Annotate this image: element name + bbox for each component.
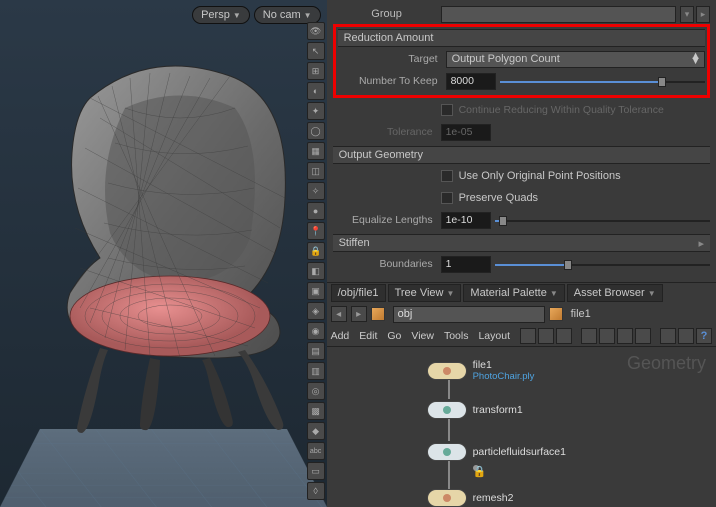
number-to-keep-input[interactable] bbox=[446, 73, 496, 90]
netbar-icon-2[interactable] bbox=[538, 328, 554, 344]
chair-mesh bbox=[30, 58, 320, 438]
netbar-icon-5[interactable] bbox=[599, 328, 615, 344]
target-value: Output Polygon Count bbox=[452, 53, 560, 65]
camera-menu[interactable]: Persp▼ bbox=[192, 6, 250, 24]
group-label: Group bbox=[333, 8, 441, 20]
context-watermark: Geometry bbox=[627, 353, 706, 374]
node-lock-icon: 🔒 bbox=[473, 465, 479, 471]
menu-layout[interactable]: Layout bbox=[478, 330, 510, 342]
path-seg-obj[interactable] bbox=[393, 306, 545, 323]
vp-tool-d-icon[interactable]: ▤ bbox=[307, 342, 325, 360]
number-to-keep-label: Number To Keep bbox=[338, 75, 446, 87]
viewport-3d[interactable]: Persp▼ No cam▼ 👁 ↖ ⊞ ◐ ✦ ◯ ▦ ◫ ✧ ● 📍 🔒 ◧… bbox=[0, 0, 327, 507]
vp-tool-mask-icon[interactable]: ◧ bbox=[307, 262, 325, 280]
output-geometry-header[interactable]: Output Geometry bbox=[333, 146, 710, 164]
vp-tool-abc-icon[interactable]: abc bbox=[307, 442, 325, 460]
netbar-icon-9[interactable] bbox=[678, 328, 694, 344]
stiffen-header[interactable]: Stiffen▸ bbox=[333, 234, 710, 252]
netbar-icon-8[interactable] bbox=[660, 328, 676, 344]
orig-points-label: Use Only Original Point Positions bbox=[459, 170, 621, 182]
vp-tool-e-icon[interactable]: ▥ bbox=[307, 362, 325, 380]
vp-tool-pin-icon[interactable]: 📍 bbox=[307, 222, 325, 240]
netbar-icon-7[interactable] bbox=[635, 328, 651, 344]
netbar-icon-4[interactable] bbox=[581, 328, 597, 344]
vp-tool-grid-icon[interactable]: ▦ bbox=[307, 142, 325, 160]
nav-back-icon[interactable]: ◂ bbox=[331, 306, 347, 322]
viewport-toolbar: 👁 ↖ ⊞ ◐ ✦ ◯ ▦ ◫ ✧ ● 📍 🔒 ◧ ▣ ◈ ◉ ▤ ▥ ◎ ▩ … bbox=[307, 22, 325, 500]
wire-2 bbox=[448, 419, 450, 441]
reduction-amount-header[interactable]: Reduction Amount bbox=[338, 29, 705, 47]
boundaries-input[interactable] bbox=[441, 256, 491, 273]
node-file1[interactable]: file1 PhotoChair.ply bbox=[427, 359, 535, 382]
menu-add[interactable]: Add bbox=[331, 330, 350, 342]
number-to-keep-slider[interactable] bbox=[500, 73, 705, 90]
vp-tool-wire-icon[interactable]: ⊞ bbox=[307, 62, 325, 80]
network-pathbar: ◂ ▸ file1 bbox=[327, 303, 716, 325]
orig-points-checkbox[interactable] bbox=[441, 170, 453, 182]
vp-tool-mat-icon[interactable]: ● bbox=[307, 202, 325, 220]
vp-tool-lock-icon[interactable]: 🔒 bbox=[307, 242, 325, 260]
vp-tool-eye-icon[interactable]: 👁 bbox=[307, 22, 325, 40]
menu-tools[interactable]: Tools bbox=[444, 330, 469, 342]
tab-tree-view[interactable]: Tree View▼ bbox=[388, 284, 462, 302]
vp-tool-cursor-icon[interactable]: ↖ bbox=[307, 42, 325, 60]
menu-view[interactable]: View bbox=[411, 330, 434, 342]
vp-tool-h-icon[interactable]: ◆ bbox=[307, 422, 325, 440]
equalize-slider[interactable] bbox=[495, 212, 710, 229]
vp-tool-fx-icon[interactable]: ✧ bbox=[307, 182, 325, 200]
vp-tool-j-icon[interactable]: ◊ bbox=[307, 482, 325, 500]
menu-edit[interactable]: Edit bbox=[359, 330, 377, 342]
netbar-icon-6[interactable] bbox=[617, 328, 633, 344]
help-icon[interactable]: ? bbox=[696, 328, 712, 344]
vp-tool-b-icon[interactable]: ◈ bbox=[307, 302, 325, 320]
vp-tool-c-icon[interactable]: ◉ bbox=[307, 322, 325, 340]
node-particlefluidsurface1[interactable]: particlefluidsurface1 bbox=[427, 443, 566, 461]
camera-menu-label: Persp bbox=[201, 9, 230, 21]
menu-go[interactable]: Go bbox=[387, 330, 401, 342]
parameter-panel: Group ▾ ▸ Reduction Amount Target Output… bbox=[327, 0, 716, 282]
path-seg-file1[interactable]: file1 bbox=[571, 308, 591, 320]
vp-tool-a-icon[interactable]: ▣ bbox=[307, 282, 325, 300]
vp-tool-shade-icon[interactable]: ◐ bbox=[307, 82, 325, 100]
vp-tool-g-icon[interactable]: ▩ bbox=[307, 402, 325, 420]
vp-tool-f-icon[interactable]: ◎ bbox=[307, 382, 325, 400]
tolerance-label: Tolerance bbox=[333, 126, 441, 138]
equalize-label: Equalize Lengths bbox=[333, 214, 441, 226]
wire-3 bbox=[448, 461, 450, 489]
continue-reducing-checkbox[interactable] bbox=[441, 104, 453, 116]
tab-material-palette[interactable]: Material Palette▼ bbox=[463, 284, 564, 302]
netbar-icon-1[interactable] bbox=[520, 328, 536, 344]
boundaries-label: Boundaries bbox=[333, 258, 441, 270]
network-breadcrumb: /obj/file1 Tree View▼ Material Palette▼ … bbox=[327, 283, 716, 303]
tab-asset-browser[interactable]: Asset Browser▼ bbox=[567, 284, 663, 302]
network-graph[interactable]: Geometry file1 PhotoChair.ply transform1… bbox=[327, 347, 716, 507]
cam-select-label: No cam bbox=[263, 9, 301, 21]
group-input[interactable] bbox=[441, 6, 676, 23]
tolerance-input bbox=[441, 124, 491, 141]
node-remesh2[interactable]: remesh2 bbox=[427, 489, 514, 507]
continue-reducing-label: Continue Reducing Within Quality Toleran… bbox=[459, 104, 664, 116]
breadcrumb-path[interactable]: /obj/file1 bbox=[331, 284, 386, 302]
group-select-icon[interactable]: ▸ bbox=[696, 6, 710, 23]
target-dropdown[interactable]: Output Polygon Count ▲▼ bbox=[446, 51, 705, 68]
node-transform1[interactable]: transform1 bbox=[427, 401, 523, 419]
vp-tool-light-icon[interactable]: ✦ bbox=[307, 102, 325, 120]
highlight-reduction-amount: Reduction Amount Target Output Polygon C… bbox=[333, 24, 710, 98]
netbar-icon-3[interactable] bbox=[556, 328, 572, 344]
preserve-quads-label: Preserve Quads bbox=[459, 192, 538, 204]
nav-fwd-icon[interactable]: ▸ bbox=[351, 306, 367, 322]
vp-tool-ghost-icon[interactable]: ◯ bbox=[307, 122, 325, 140]
obj-context-icon[interactable] bbox=[371, 307, 385, 321]
vp-tool-i-icon[interactable]: ▭ bbox=[307, 462, 325, 480]
geo-context-icon[interactable] bbox=[549, 307, 563, 321]
preserve-quads-checkbox[interactable] bbox=[441, 192, 453, 204]
boundaries-slider[interactable] bbox=[495, 256, 710, 273]
viewport-grid bbox=[0, 429, 327, 507]
group-dropdown-icon[interactable]: ▾ bbox=[680, 6, 694, 23]
network-menubar: Add Edit Go View Tools Layout bbox=[327, 325, 716, 347]
vp-tool-cam-icon[interactable]: ◫ bbox=[307, 162, 325, 180]
target-label: Target bbox=[338, 53, 446, 65]
equalize-input[interactable] bbox=[441, 212, 491, 229]
